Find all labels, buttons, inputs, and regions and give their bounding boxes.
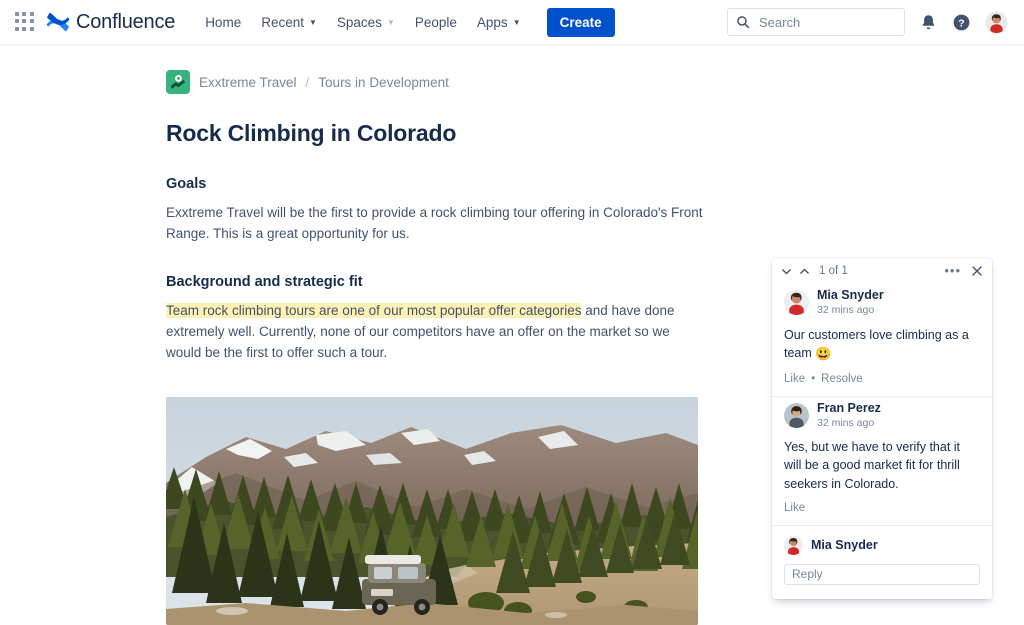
- breadcrumb: Exxtreme Travel / Tours in Development: [166, 70, 706, 94]
- reply-input[interactable]: [784, 563, 980, 585]
- create-button[interactable]: Create: [546, 7, 615, 37]
- comment-author-name[interactable]: Fran Perez: [817, 401, 881, 416]
- comment-text: Yes, but we have to verify that it will …: [784, 440, 961, 491]
- comment-actions: Like: [784, 502, 980, 514]
- comment-timestamp: 32 mins ago: [817, 416, 875, 429]
- reply-author-name: Mia Snyder: [811, 538, 878, 553]
- page-body: Exxtreme Travel / Tours in Development R…: [166, 70, 706, 625]
- chevron-down-icon: ▼: [386, 18, 395, 27]
- comment-text-content: Our customers love climbing as a team: [784, 327, 969, 360]
- comment-author-meta: Fran Perez 32 mins ago: [817, 401, 881, 431]
- comment-item: Fran Perez 32 mins ago Yes, but we have …: [772, 397, 992, 526]
- comment-counter: 1 of 1: [819, 265, 848, 277]
- highlighted-comment-text[interactable]: Team rock climbing tours are one of our …: [166, 302, 582, 318]
- nav-item-recent[interactable]: Recent ▼: [253, 9, 325, 36]
- inline-comment-panel: 1 of 1 ••• Mia Snyder 32 mins ago Our cu…: [772, 258, 992, 599]
- primary-nav: Home Recent ▼ Spaces ▼ People Apps ▼ Cre…: [197, 7, 615, 37]
- search-icon: [736, 15, 750, 29]
- top-navigation-bar: Confluence Home Recent ▼ Spaces ▼ People…: [0, 0, 1024, 45]
- smiley-emoji-icon: 😃: [815, 345, 832, 361]
- like-action[interactable]: Like: [784, 502, 805, 514]
- nav-item-home[interactable]: Home: [197, 9, 249, 36]
- chevron-down-icon: ▼: [512, 18, 521, 27]
- comment-author-row: Mia Snyder 32 mins ago: [784, 288, 980, 318]
- grid-apps-icon[interactable]: [15, 12, 35, 32]
- chevron-down-icon[interactable]: [781, 266, 792, 277]
- section-paragraph-background: Team rock climbing tours are one of our …: [166, 301, 706, 364]
- confluence-home-link[interactable]: Confluence: [45, 9, 175, 35]
- breadcrumb-space-link[interactable]: Exxtreme Travel: [199, 75, 297, 90]
- comment-actions: Like • Resolve: [784, 373, 980, 385]
- page-photo-mountain-landscape: [166, 396, 698, 625]
- like-action[interactable]: Like: [784, 373, 805, 385]
- nav-right-actions: ?: [727, 8, 1008, 36]
- comment-reply-area: Mia Snyder: [772, 526, 992, 599]
- chevron-up-icon[interactable]: [799, 266, 810, 277]
- nav-item-apps[interactable]: Apps ▼: [469, 9, 529, 36]
- confluence-logo-icon: [45, 9, 71, 35]
- comment-author-row: Fran Perez 32 mins ago: [784, 401, 980, 431]
- comment-author-name[interactable]: Mia Snyder: [817, 288, 884, 303]
- close-icon[interactable]: [971, 265, 983, 277]
- section-heading-goals: Goals: [166, 176, 207, 192]
- section-paragraph-goals: Exxtreme Travel will be the first to pro…: [166, 205, 703, 241]
- comment-timestamp: 32 mins ago: [817, 304, 875, 316]
- question-circle-icon[interactable]: ?: [952, 13, 971, 32]
- mia-snyder-avatar[interactable]: [784, 535, 803, 555]
- section-heading-background: Background and strategic fit: [166, 273, 363, 290]
- comment-panel-header: 1 of 1 •••: [772, 258, 992, 284]
- comment-panel-header-actions: •••: [944, 264, 983, 277]
- comment-item: Mia Snyder 32 mins ago Our customers lov…: [772, 284, 992, 397]
- comment-text: Our customers love climbing as a team 😃: [784, 326, 980, 364]
- svg-text:?: ?: [958, 18, 964, 29]
- fran-perez-avatar[interactable]: [784, 402, 809, 428]
- map-pin-space-icon[interactable]: [166, 70, 190, 94]
- page-title: Rock Climbing in Colorado: [166, 120, 457, 146]
- reply-author-row: Mia Snyder: [784, 535, 980, 555]
- nav-item-people[interactable]: People: [407, 9, 465, 36]
- search-box[interactable]: [727, 8, 905, 36]
- nav-item-label: Recent: [261, 14, 304, 30]
- chevron-down-icon: ▼: [308, 18, 317, 27]
- user-avatar[interactable]: [985, 10, 1008, 34]
- nav-item-label: Home: [205, 14, 242, 30]
- nav-item-label: Apps: [476, 14, 508, 30]
- search-input[interactable]: [757, 13, 896, 31]
- nav-item-label: People: [414, 14, 457, 30]
- action-separator: •: [811, 372, 816, 385]
- brand-name: Confluence: [76, 10, 176, 33]
- nav-item-label: Spaces: [336, 14, 382, 30]
- breadcrumb-parent-link[interactable]: Tours in Development: [318, 75, 449, 90]
- resolve-action[interactable]: Resolve: [821, 373, 863, 385]
- comment-author-meta: Mia Snyder 32 mins ago: [817, 288, 884, 318]
- breadcrumb-separator: /: [305, 74, 310, 90]
- mia-snyder-avatar[interactable]: [784, 290, 809, 316]
- more-options-icon[interactable]: •••: [944, 264, 961, 277]
- bell-icon[interactable]: [919, 13, 938, 32]
- nav-item-spaces[interactable]: Spaces ▼: [329, 9, 403, 36]
